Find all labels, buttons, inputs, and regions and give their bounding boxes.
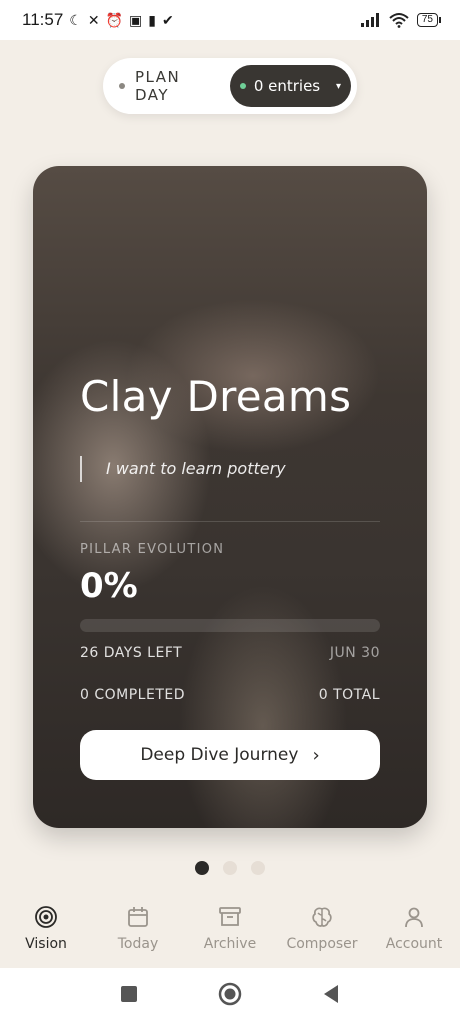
entries-dropdown[interactable]: 0 entries ▾ — [229, 65, 351, 107]
chevron-down-icon: ▾ — [335, 80, 341, 92]
pillar-evolution-label: PILLAR EVOLUTION — [80, 542, 225, 557]
battery-icon: 75 — [416, 13, 442, 27]
deep-dive-label: Deep Dive Journey — [140, 745, 299, 765]
back-button[interactable] — [322, 984, 340, 1008]
nav-label-today: Today — [117, 936, 159, 952]
nav-account[interactable]: Account — [369, 906, 459, 952]
recents-button[interactable] — [120, 985, 138, 1007]
signal-icon — [360, 13, 379, 27]
moon-icon: ☾ — [69, 12, 82, 28]
square-icon — [121, 986, 137, 1002]
nav-label-account: Account — [385, 936, 443, 952]
vision-card[interactable]: Clay Dreams I want to learn pottery PILL… — [33, 166, 427, 828]
due-date: JUN 30 — [329, 645, 380, 661]
mute-icon: ✕ — [87, 12, 100, 28]
user-icon — [403, 906, 425, 928]
trash-status-icon: ▮ — [148, 12, 156, 28]
nav-composer[interactable]: Composer — [277, 906, 367, 952]
deep-dive-button[interactable]: Deep Dive Journey › — [80, 730, 380, 780]
target-icon — [35, 906, 57, 928]
bottom-nav: Vision Today Archive Composer Account — [0, 898, 460, 968]
pager-dot[interactable] — [251, 861, 265, 875]
plan-dot — [119, 83, 125, 89]
nav-label-archive: Archive — [203, 936, 257, 952]
calendar-status-icon: ▣ — [129, 12, 143, 28]
plan-day-label: PLAN DAY — [134, 68, 181, 104]
nav-today[interactable]: Today — [93, 906, 183, 952]
vision-title: Clay Dreams — [80, 372, 352, 421]
home-circle-icon — [218, 982, 242, 1006]
pager-dot[interactable] — [195, 861, 209, 875]
system-nav-bar — [0, 968, 460, 1024]
pager-dot[interactable] — [223, 861, 237, 875]
vision-quote: I want to learn pottery — [80, 456, 286, 482]
pager-dots — [0, 861, 460, 875]
completed-count: 0 COMPLETED — [80, 687, 185, 703]
chevron-right-icon: › — [312, 744, 320, 766]
progress-bar — [80, 619, 380, 632]
days-left: 26 DAYS LEFT — [80, 645, 183, 661]
calendar-icon — [127, 906, 149, 928]
home-button[interactable] — [218, 982, 242, 1010]
nav-label-composer: Composer — [286, 936, 358, 952]
plan-day-bar[interactable]: PLAN DAY 0 entries ▾ — [103, 58, 357, 114]
status-bar: 11:57 ☾ ✕ ⏰ ▣ ▮ ✔ 75 — [0, 0, 460, 40]
nav-vision[interactable]: Vision — [1, 906, 91, 952]
entries-status-dot — [239, 83, 246, 89]
archive-box-icon — [219, 906, 241, 928]
wifi-icon — [389, 13, 409, 28]
status-time: 11:57 — [22, 10, 64, 29]
entries-label: 0 entries — [253, 77, 321, 95]
pillar-evolution-value: 0% — [80, 566, 138, 606]
alarm-icon: ⏰ — [105, 12, 124, 28]
check-circle-icon: ✔ — [161, 12, 174, 28]
back-triangle-icon — [324, 985, 338, 1003]
brain-icon — [311, 906, 333, 928]
nav-label-vision: Vision — [25, 936, 67, 952]
status-left: 11:57 ☾ ✕ ⏰ ▣ ▮ ✔ — [22, 10, 174, 30]
total-count: 0 TOTAL — [318, 687, 380, 703]
card-divider — [80, 521, 380, 522]
nav-archive[interactable]: Archive — [185, 906, 275, 952]
status-right: 75 — [360, 12, 442, 28]
